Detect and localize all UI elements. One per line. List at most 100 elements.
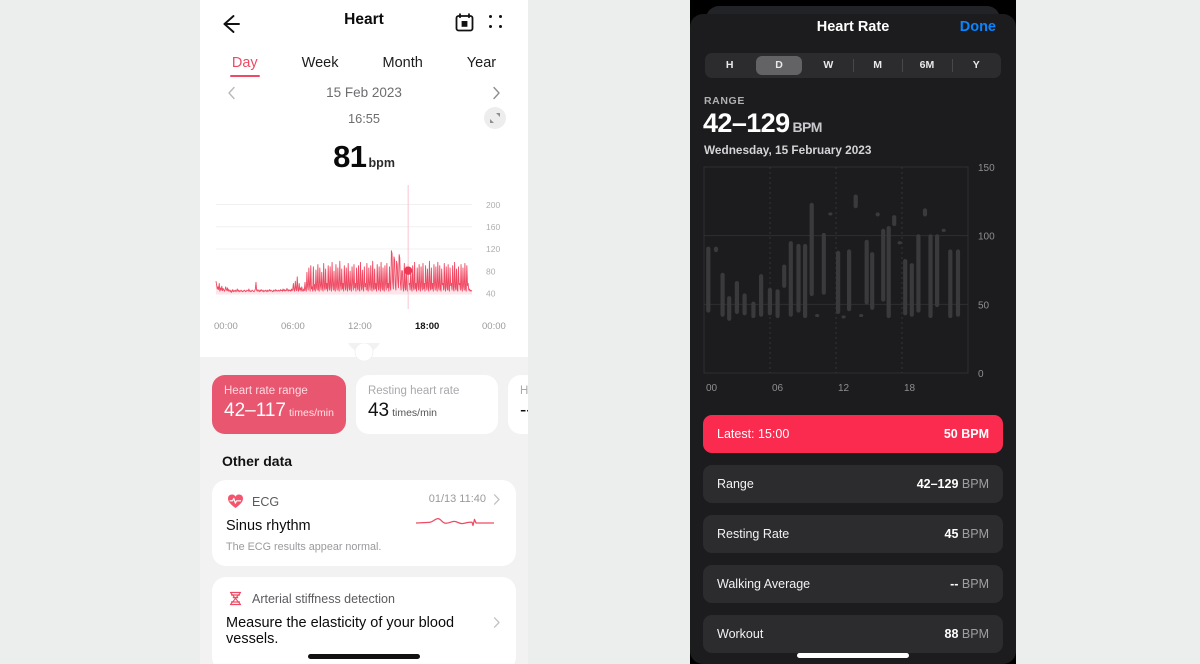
svg-text:80: 80: [486, 266, 496, 276]
card-label: Heart rate range: [224, 385, 308, 397]
expand-arrows-icon[interactable]: [484, 107, 506, 129]
card-highest-partial[interactable]: Hig --: [507, 375, 528, 434]
row-value: 88: [944, 627, 959, 641]
period-tabs: Day Week Month Year: [200, 47, 528, 78]
heart-rate-detail-rows: Latest: 15:00 50 BPM Range 42–129 BPM Re…: [703, 415, 1003, 664]
other-data-heading: Other data: [222, 453, 293, 469]
svg-text:40: 40: [486, 289, 496, 299]
chevron-right-icon[interactable]: [488, 85, 504, 101]
date-navigator: 15 Feb 2023: [200, 78, 528, 108]
calendar-icon[interactable]: [455, 13, 474, 32]
tab-day[interactable]: Day: [210, 51, 280, 78]
svg-text:100: 100: [978, 232, 995, 243]
chevron-right-icon[interactable]: [490, 616, 503, 634]
card-value: --: [519, 400, 528, 421]
page-title: Heart: [344, 11, 384, 28]
right-phone-screen: Heart Rate Done H D W M 6M Y RANGE 42–12…: [690, 0, 1016, 664]
svg-text:120: 120: [486, 244, 500, 254]
svg-text:00: 00: [706, 383, 718, 394]
card-value: 43: [367, 400, 390, 421]
row-resting-rate[interactable]: Resting Rate 45 BPM: [703, 515, 1003, 553]
bpm-value: 81: [333, 139, 367, 174]
time-row: 16:55: [200, 107, 528, 134]
row-unit: BPM: [961, 477, 989, 491]
row-walking-average[interactable]: Walking Average -- BPM: [703, 565, 1003, 603]
row-latest[interactable]: Latest: 15:00 50 BPM: [703, 415, 1003, 453]
row-unit: BPM: [961, 427, 989, 441]
heart-rate-range-chart[interactable]: 0 50 100 150 00 06 12 18: [690, 155, 1016, 405]
svg-text:150: 150: [978, 163, 995, 174]
row-workout[interactable]: Workout 88 BPM: [703, 615, 1003, 653]
x-tick-1: 06:00: [281, 321, 305, 332]
x-tick-3: 18:00: [415, 321, 440, 332]
home-indicator: [797, 653, 909, 658]
svg-text:50: 50: [978, 300, 990, 311]
card-unit: times/min: [289, 407, 334, 419]
period-segmented-control: H D W M 6M Y: [705, 53, 1001, 78]
home-indicator: [308, 654, 420, 659]
row-unit: BPM: [961, 527, 989, 541]
summary-cards: Heart rate range 42–117 times/min Resting…: [200, 365, 528, 434]
chart-scrubber[interactable]: [200, 343, 528, 365]
svg-text:0: 0: [978, 369, 984, 380]
card-heart-rate-range[interactable]: Heart rate range 42–117 times/min: [212, 375, 346, 434]
ecg-timestamp: 01/13 11:40: [428, 493, 486, 505]
x-tick-2: 12:00: [348, 321, 372, 332]
row-label: Range: [717, 477, 754, 491]
heart-rate-line-chart[interactable]: 200 160 120 80 40: [200, 181, 528, 321]
arterial-name: Arterial stiffness detection: [252, 591, 395, 606]
arterial-stiffness-icon: [226, 589, 245, 608]
row-value: --: [950, 577, 959, 591]
done-button[interactable]: Done: [960, 19, 996, 35]
row-unit: BPM: [961, 577, 989, 591]
range-value: 42–129: [703, 108, 790, 138]
row-label: Walking Average: [717, 577, 811, 591]
heart-pulse-icon: [226, 492, 245, 511]
left-phone-screen: Heart Day Week Month Year 15 Feb 2023 16…: [200, 0, 528, 664]
ecg-card[interactable]: ECG 01/13 11:40 Sinus rhythm The ECG res…: [212, 480, 516, 566]
tab-month[interactable]: Month: [360, 51, 444, 78]
card-resting-heart-rate[interactable]: Resting heart rate 43 times/min: [355, 375, 498, 434]
range-unit: BPM: [792, 119, 823, 135]
row-unit: BPM: [961, 627, 989, 641]
row-range[interactable]: Range 42–129 BPM: [703, 465, 1003, 503]
arterial-stiffness-card[interactable]: Arterial stiffness detection Measure the…: [212, 577, 516, 664]
svg-text:12: 12: [838, 383, 850, 394]
segment-6m[interactable]: 6M: [902, 56, 949, 75]
segment-y[interactable]: Y: [951, 56, 999, 75]
segment-w[interactable]: W: [806, 56, 851, 75]
card-label: Resting heart rate: [367, 385, 460, 397]
svg-text:200: 200: [486, 200, 500, 210]
left-header: Heart: [200, 0, 528, 47]
svg-text:06: 06: [772, 383, 784, 394]
x-tick-4: 00:00: [482, 321, 506, 332]
x-tick-0: 00:00: [214, 321, 238, 332]
tab-year[interactable]: Year: [445, 51, 518, 78]
row-value: 42–129: [916, 477, 959, 491]
segment-d[interactable]: D: [756, 56, 802, 75]
chart-x-axis-labels: 00:00 06:00 12:00 18:00 00:00: [200, 321, 528, 343]
tab-week[interactable]: Week: [280, 51, 361, 78]
arterial-description: Measure the elasticity of your blood ves…: [226, 615, 455, 647]
bpm-unit: bpm: [368, 156, 395, 170]
chevron-left-icon[interactable]: [224, 85, 240, 101]
ecg-waveform-icon: [415, 514, 495, 535]
grid-dots-icon[interactable]: [488, 14, 504, 30]
reading-time: 16:55: [347, 111, 381, 126]
row-value: 50: [943, 427, 958, 441]
row-value: 45: [944, 527, 959, 541]
svg-text:160: 160: [486, 222, 500, 232]
ecg-name: ECG: [252, 494, 280, 509]
row-label: Latest: 15:00: [717, 427, 790, 441]
card-label: Hig: [519, 385, 528, 397]
segment-m[interactable]: M: [852, 56, 900, 75]
current-date: 15 Feb 2023: [326, 85, 402, 100]
row-label: Workout: [717, 627, 764, 641]
card-value: 42–117: [224, 400, 286, 421]
current-reading: 81 bpm: [200, 134, 528, 181]
ecg-description: The ECG results appear normal.: [226, 541, 382, 553]
chevron-right-icon[interactable]: [490, 493, 503, 511]
segment-h[interactable]: H: [707, 56, 752, 75]
svg-text:18: 18: [904, 383, 916, 394]
card-unit: times/min: [392, 407, 438, 419]
